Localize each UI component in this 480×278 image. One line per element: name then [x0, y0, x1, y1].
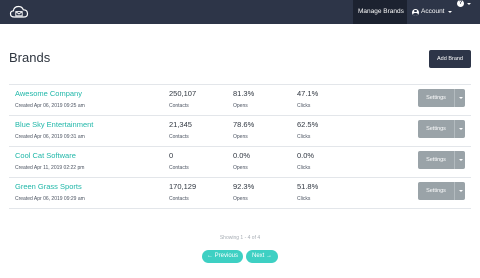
settings-button[interactable]: Settings	[418, 120, 454, 138]
nav-account-label: Account	[421, 8, 445, 15]
opens-value: 78.6%	[233, 120, 255, 129]
contacts-value: 250,107	[169, 89, 197, 98]
settings-dropdown-toggle[interactable]	[454, 151, 465, 169]
chevron-down-icon	[458, 97, 463, 99]
contacts-value: 0	[169, 151, 174, 160]
clicks-label: Clicks	[297, 103, 311, 109]
contacts-value: 21,345	[169, 120, 192, 129]
opens-label: Opens	[233, 134, 248, 140]
add-brand-button[interactable]: Add Brand	[429, 50, 471, 68]
brand-name-link[interactable]: Blue Sky Entertainment	[15, 120, 93, 129]
top-navbar: Manage Brands Account ?	[0, 0, 480, 24]
pagination-summary: Showing 1 - 4 of 4	[219, 235, 261, 241]
contacts-label: Contacts	[169, 134, 189, 140]
contacts-value: 170,129	[169, 182, 197, 191]
chevron-down-icon	[458, 128, 463, 130]
clicks-value: 0.0%	[297, 151, 315, 160]
table-row: Green Grass Sports Created Apr 06, 2019 …	[9, 178, 471, 208]
user-icon	[412, 8, 419, 16]
row-divider	[9, 208, 471, 209]
created-date: Created Apr 06, 2019 09:31 am	[15, 134, 85, 140]
table-row: Blue Sky Entertainment Created Apr 06, 2…	[9, 116, 471, 146]
nav-manage-brands[interactable]: Manage Brands	[358, 0, 404, 24]
settings-dropdown-toggle[interactable]	[454, 120, 465, 138]
settings-dropdown-toggle[interactable]	[454, 182, 465, 200]
created-date: Created Apr 06, 2019 09:29 am	[15, 196, 85, 202]
brand-name-link[interactable]: Cool Cat Software	[15, 151, 76, 160]
brand-name-link[interactable]: Awesome Company	[15, 89, 82, 98]
table-row: Cool Cat Software Created Apr 11, 2019 0…	[9, 147, 471, 177]
settings-button[interactable]: Settings	[418, 151, 454, 169]
contacts-label: Contacts	[169, 103, 189, 109]
settings-split-button: Settings	[418, 151, 465, 169]
previous-page-button[interactable]: ← Previous	[202, 250, 243, 263]
clicks-value: 47.1%	[297, 89, 319, 98]
settings-button[interactable]: Settings	[418, 182, 454, 200]
opens-value: 0.0%	[233, 151, 251, 160]
table-row: Awesome Company Created Apr 06, 2019 09:…	[9, 85, 471, 115]
nav-help-menu[interactable]: ?	[457, 0, 471, 7]
help-icon: ?	[457, 0, 464, 7]
settings-dropdown-toggle[interactable]	[454, 89, 465, 107]
clicks-label: Clicks	[297, 134, 311, 140]
created-date: Created Apr 06, 2019 09:25 am	[15, 103, 85, 109]
chevron-down-icon	[467, 2, 471, 5]
opens-label: Opens	[233, 103, 248, 109]
opens-value: 92.3%	[233, 182, 255, 191]
clicks-value: 51.8%	[297, 182, 319, 191]
clicks-label: Clicks	[297, 165, 311, 171]
settings-split-button: Settings	[418, 182, 465, 200]
contacts-label: Contacts	[169, 196, 189, 202]
settings-split-button: Settings	[418, 120, 465, 138]
opens-label: Opens	[233, 165, 248, 171]
brand-name-link[interactable]: Green Grass Sports	[15, 182, 82, 191]
created-date: Created Apr 11, 2019 02:22 pm	[15, 165, 85, 171]
chevron-down-icon	[447, 11, 452, 13]
opens-label: Opens	[233, 196, 248, 202]
clicks-value: 62.5%	[297, 120, 319, 129]
settings-button[interactable]: Settings	[418, 89, 454, 107]
next-page-button[interactable]: Next →	[246, 250, 278, 263]
chevron-down-icon	[458, 190, 463, 192]
page-title: Brands	[9, 50, 51, 65]
settings-split-button: Settings	[418, 89, 465, 107]
cloud-mail-logo-icon[interactable]	[9, 4, 29, 20]
nav-account-menu[interactable]: Account	[412, 0, 452, 24]
clicks-label: Clicks	[297, 196, 311, 202]
opens-value: 81.3%	[233, 89, 255, 98]
chevron-down-icon	[458, 159, 463, 161]
contacts-label: Contacts	[169, 165, 189, 171]
